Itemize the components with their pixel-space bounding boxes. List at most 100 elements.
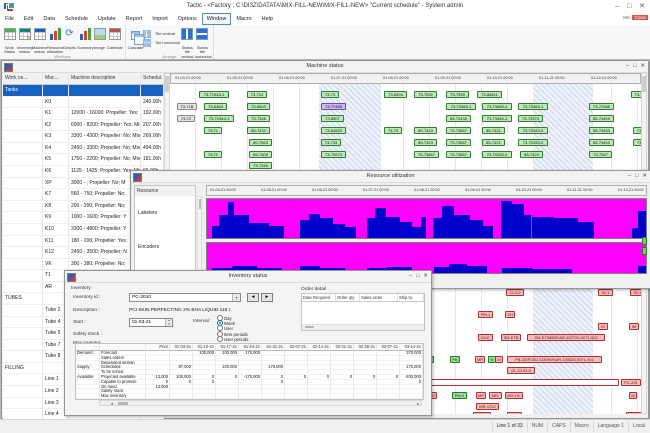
menu-update[interactable]: Update [93,13,121,25]
gantt-bar[interactable]: MR [476,392,486,399]
gantt-bar[interactable]: 85-7424 [520,151,543,158]
gantt-bar[interactable]: 85-7432 [247,127,270,134]
gantt-bar[interactable]: 73-70283-0 [482,151,512,158]
gantt-bar[interactable]: 73-73465-1 [482,115,512,122]
ribbon-button-machine-status[interactable]: Machine status [32,26,47,55]
column-header-schedul[interactable]: Schedul... [141,73,164,84]
scrollbar-thumb[interactable] [118,402,128,405]
ribbon-button-cascade[interactable]: Cascade [128,26,143,50]
gantt-bar[interactable]: 73-7 [631,91,641,98]
gantt-bar[interactable]: 73-70073 [321,151,346,158]
resource-item-labelers[interactable]: Labelers [138,210,157,216]
gantt-bar[interactable]: 85-74403 [589,127,614,134]
gantt-bar[interactable]: 73-733 [321,139,341,146]
gantt-bar[interactable]: 85-7424 [414,139,437,146]
gantt-bar[interactable]: GL-CL03-5 [507,367,535,374]
gantt-bar[interactable]: PM-1 [478,311,493,318]
machine-row-k0[interactable]: K0240.00h [3,97,164,109]
column-header-machine-description[interactable]: Machine description [69,73,141,84]
gantt-bar[interactable]: PB [450,356,460,363]
gantt-bar[interactable]: 73-73374 [518,115,543,122]
start-date-spinner[interactable]: 01-03-21 ▲▼ [129,318,173,327]
menu-import[interactable]: Import [147,13,173,25]
gantt-bar[interactable]: 73-72986 [589,103,614,110]
resource-close-button[interactable]: ✕ [640,173,649,179]
gantt-bar[interactable]: IM [629,323,639,330]
gantt-bar[interactable]: CL4-0 [506,289,524,296]
gantt-bar[interactable]: 73-72 [204,151,222,158]
gantt-bar[interactable]: IM-E [478,334,493,341]
gantt-bar[interactable]: 73-72 [177,115,195,122]
restore-button[interactable]: □ [624,3,634,10]
ribbon-minimize-button[interactable]: Min [623,15,630,20]
order-column-sales-order[interactable]: Sales order [360,294,398,301]
resource-list-scrollbar[interactable] [197,196,202,275]
gantt-bar[interactable]: 73-73465-1 [518,103,548,110]
spinner-arrows-icon[interactable]: ▲▼ [165,319,172,326]
column-header-mac[interactable]: Mac... [43,73,69,84]
machine-row-k1[interactable]: K112000 - 16000; Propeller: Yes; Mix192.… [3,108,164,120]
ribbon-button-tile-horizontal[interactable]: Tile horizontal [143,38,180,47]
machine-row-k2[interactable]: K26000 - 8200; Propeller: Yes; Mixer:207… [3,120,164,132]
ribbon-button-image[interactable]: Image [92,26,107,50]
resource-item-encoders[interactable]: Encoders [138,244,159,250]
close-button[interactable]: ✕ [636,3,648,10]
inventory-status-window[interactable]: Inventory status –□✕ Inventory Inventory… [64,270,432,416]
gantt-bar[interactable]: 73-71943-1 [199,91,229,98]
interval-option-user-periods[interactable]: User periods [217,336,248,342]
resource-scroll-up-chip[interactable] [642,237,647,245]
prev-item-button[interactable]: ◄ [247,293,259,302]
gantt-bar[interactable]: 73-71B [177,103,197,110]
gantt-bar[interactable]: 73-73465-1 [446,103,476,110]
gantt-bar[interactable]: 73-70 [633,139,641,146]
gantt-bar[interactable]: 85-74132 [446,115,471,122]
gantt-bar[interactable]: 73-71 [204,127,222,134]
chevron-down-icon[interactable]: ▾ [232,294,240,301]
gantt-bar[interactable]: 85-7421 [482,127,505,134]
menu-options[interactable]: Options [173,13,202,25]
scroll-left-icon[interactable]: ◄ [110,402,113,406]
menu-edit[interactable]: Edit [19,13,38,25]
gantt-bar[interactable]: 73-6494 [384,91,407,98]
gantt-bar[interactable]: 73-73667 [414,151,439,158]
gantt-bar[interactable]: M [629,392,637,399]
gantt-bar[interactable]: 73-73667 [446,139,471,146]
gantt-bar[interactable]: PC-201 [621,379,641,386]
gantt-bar[interactable]: MR- [489,392,502,399]
gantt-bar[interactable]: MG-HC [505,392,523,399]
gantt-bar[interactable]: 73-7390 [446,91,469,98]
gantt-bar[interactable]: 73-73667 [446,127,471,134]
gantt-bar[interactable]: 85-7424 [414,127,437,134]
gantt-bar[interactable]: MR-MR [473,412,491,414]
gantt-bar[interactable]: 85-7421 [482,139,505,146]
ribbon-button-calendar[interactable]: Calendar [107,26,122,50]
gantt-bar[interactable]: IS [598,323,608,330]
gantt-bar[interactable]: 73-71944-1 [204,115,234,122]
gantt-bar[interactable]: 73-70283-0 [518,127,548,134]
gantt-bar[interactable]: 73-73667 [446,151,471,158]
inventory-grid-scrollbar[interactable]: ◄ ► [99,400,422,406]
menu-report[interactable]: Report [121,13,148,25]
gantt-bar[interactable]: MR-1702 [476,403,499,410]
grid-row-max-inventory[interactable]: Max inventory [76,394,423,399]
menu-window[interactable]: Window [202,13,232,25]
menu-data[interactable]: Data [38,13,60,25]
inventory-close-button[interactable]: ✕ [421,273,430,279]
menu-schedule[interactable]: Schedule [60,13,93,25]
machine-row-k3[interactable]: K33300 - 4300; Propeller: No; Mixer:269.… [3,131,164,143]
gantt-bar[interactable]: 73-714 [247,91,267,98]
gantt-bar[interactable]: 73-73 [321,91,339,98]
menu-help[interactable]: Help [257,13,278,25]
inventory-id-combobox[interactable]: PC-2010 ▾ [129,293,241,302]
gantt-bar[interactable]: MG-HC-3 [626,412,641,414]
gantt-bar[interactable]: IS-1 [630,289,641,296]
menu-macro[interactable]: Macro [231,13,256,25]
order-column-ship-to[interactable]: Ship to [398,294,424,301]
gantt-bar[interactable]: 73-6507 [321,115,344,122]
gantt-bar[interactable]: 80-7063 [249,139,272,146]
machine-row-tanks[interactable]: Tanks [3,85,164,97]
ribbon-button-summary[interactable]: Summary [77,26,92,50]
gantt-bar[interactable]: 85-74409 [589,115,614,122]
gantt-bar[interactable]: PM-1 [452,392,467,399]
machine-row-k5[interactable]: K51750 - 2200; Propeller: No; Mixer:181.… [3,154,164,166]
